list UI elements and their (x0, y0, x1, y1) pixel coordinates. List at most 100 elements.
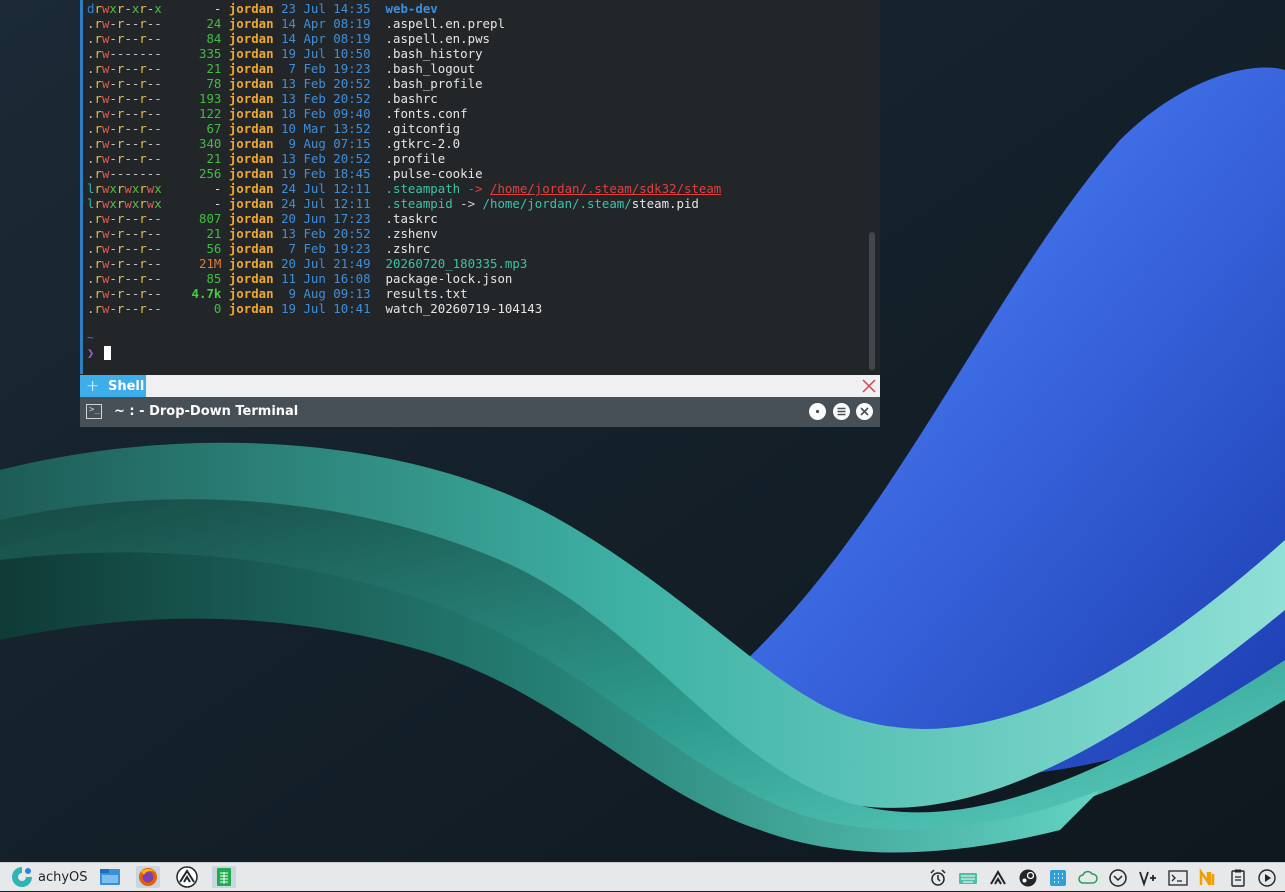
ls-date: 18 Feb 09:40 (281, 106, 371, 121)
permission-char: r (139, 106, 147, 121)
permission-char: - (154, 151, 162, 166)
kdeconnect-tray-icon[interactable] (988, 868, 1008, 888)
ls-row[interactable]: .rw-r--r-- 21 jordan 13 Feb 20:52 .profi… (87, 151, 445, 166)
ls-filename: .aspell.en.pws (385, 31, 490, 46)
ls-row[interactable]: .rw-r--r-- 24 jordan 14 Apr 08:19 .aspel… (87, 16, 505, 31)
ls-row[interactable]: .rw-r--r-- 193 jordan 13 Feb 20:52 .bash… (87, 91, 438, 106)
ls-row[interactable]: lrwxrwxrwx - jordan 24 Jul 12:11 .steamp… (87, 196, 699, 211)
ls-owner: jordan (228, 76, 274, 91)
ls-row[interactable]: .rw-r--r-- 4.7k jordan 9 Aug 09:13 resul… (87, 286, 468, 301)
ls-sep (221, 301, 228, 316)
permission-char: r (94, 91, 102, 106)
terminal-tabbar: + Shell (80, 375, 880, 397)
permission-char: r (94, 196, 102, 211)
ls-sep (274, 241, 281, 256)
ls-owner: jordan (228, 196, 274, 211)
ls-sep (221, 286, 228, 301)
terminal-output[interactable]: drwxr-xr-x - jordan 23 Jul 14:35 web-dev… (80, 0, 865, 374)
media-play-icon[interactable] (1257, 868, 1277, 888)
keyboard-icon[interactable] (958, 868, 978, 888)
ls-row[interactable]: .rw-r--r-- 85 jordan 11 Jun 16:08 packag… (87, 271, 512, 286)
ls-sep (378, 136, 385, 151)
keep-open-button[interactable] (809, 403, 826, 420)
cloud-sync-icon[interactable] (1078, 868, 1098, 888)
ls-permissions: .rw------- (87, 166, 162, 181)
steam-icon[interactable] (1018, 868, 1038, 888)
ls-row[interactable]: .rw-r--r-- 21 jordan 7 Feb 19:23 .bash_l… (87, 61, 475, 76)
new-tab-icon[interactable]: + (86, 377, 99, 394)
alarm-icon[interactable] (928, 868, 948, 888)
permission-char: - (124, 211, 132, 226)
ls-row[interactable]: .rw-r--r-- 21 jordan 13 Feb 20:52 .zshen… (87, 226, 438, 241)
launcher-label: achyOS (38, 870, 88, 885)
app-launcher[interactable]: achyOS (10, 865, 90, 890)
tab-shell[interactable]: + Shell (80, 375, 146, 397)
close-window-button[interactable] (856, 403, 873, 420)
ls-sep (221, 256, 228, 271)
file-manager-icon[interactable] (98, 866, 122, 888)
permission-char: - (154, 31, 162, 46)
ls-sep (274, 301, 281, 316)
ls-date: 13 Feb 20:52 (281, 226, 371, 241)
ls-row[interactable]: drwxr-xr-x - jordan 23 Jul 14:35 web-dev (87, 1, 438, 16)
ls-size: 21 (161, 61, 222, 76)
ls-row[interactable]: .rw-r--r-- 78 jordan 13 Feb 20:52 .bash_… (87, 76, 483, 91)
ls-permissions: .rw-r--r-- (87, 91, 162, 106)
ls-row[interactable]: .rw------- 335 jordan 19 Jul 10:50 .bash… (87, 46, 483, 61)
ls-row[interactable]: .rw-r--r-- 807 jordan 20 Jun 17:23 .task… (87, 211, 438, 226)
ls-owner: jordan (228, 271, 274, 286)
window-titlebar[interactable]: >_ ~ : - Drop-Down Terminal (80, 397, 880, 427)
ls-date: 9 Aug 09:13 (281, 286, 371, 301)
menu-button[interactable] (833, 403, 850, 420)
permission-char: - (124, 226, 132, 241)
ls-permissions: .rw-r--r-- (87, 286, 162, 301)
terminal-tray-icon[interactable] (1168, 868, 1188, 888)
terminal-scrollbar-thumb[interactable] (869, 232, 875, 370)
window-title: ~ : - Drop-Down Terminal (114, 404, 299, 419)
app-grid-icon[interactable] (1048, 868, 1068, 888)
permission-char: - (124, 91, 132, 106)
ls-row[interactable]: .rw-r--r-- 122 jordan 18 Feb 09:40 .font… (87, 106, 468, 121)
ls-sep (274, 271, 281, 286)
ls-owner: jordan (228, 166, 274, 181)
ls-date: 13 Feb 20:52 (281, 76, 371, 91)
ls-permissions: .rw-r--r-- (87, 31, 162, 46)
ls-size: 807 (161, 211, 222, 226)
symlink-arrow: -> (460, 181, 490, 196)
ls-filename: 20260720_180335.mp3 (385, 256, 528, 271)
permission-char: r (94, 31, 102, 46)
ls-sep (378, 166, 385, 181)
ls-row[interactable]: lrwxrwxrwx - jordan 24 Jul 12:11 .steamp… (87, 181, 721, 196)
drop-down-terminal[interactable]: drwxr-xr-x - jordan 23 Jul 14:35 web-dev… (80, 0, 880, 427)
permission-char: r (139, 136, 147, 151)
permission-char: - (109, 61, 117, 76)
task-spreadsheet[interactable] (212, 866, 236, 888)
ls-sep (221, 271, 228, 286)
ls-row[interactable]: .rw------- 256 jordan 19 Feb 18:45 .puls… (87, 166, 483, 181)
permission-char: r (139, 31, 147, 46)
ls-row[interactable]: .rw-r--r-- 56 jordan 7 Feb 19:23 .zshrc (87, 241, 430, 256)
ls-sep (274, 166, 281, 181)
ls-permissions: drwxr-xr-x (87, 1, 162, 16)
permission-char: r (94, 106, 102, 121)
ls-row[interactable]: .rw-r--r-- 21M jordan 20 Jul 21:49 20260… (87, 256, 527, 271)
ls-sep (274, 181, 281, 196)
task-firefox[interactable] (136, 866, 160, 888)
notes-icon[interactable] (1198, 868, 1218, 888)
ls-row[interactable]: .rw-r--r-- 84 jordan 14 Apr 08:19 .aspel… (87, 31, 490, 46)
permission-char: - (124, 46, 132, 61)
close-tab-icon[interactable] (861, 378, 877, 394)
ls-row[interactable]: .rw-r--r-- 340 jordan 9 Aug 07:15 .gtkrc… (87, 136, 460, 151)
ls-sep (378, 226, 385, 241)
kdeconnect-icon[interactable] (175, 866, 199, 888)
mail-bell-icon[interactable] (1108, 868, 1128, 888)
ls-size: - (161, 196, 222, 211)
ls-owner: jordan (228, 241, 274, 256)
vpn-icon[interactable] (1138, 868, 1158, 888)
ls-row[interactable]: .rw-r--r-- 67 jordan 10 Mar 13:52 .gitco… (87, 121, 460, 136)
permission-char: - (109, 46, 117, 61)
clipboard-icon[interactable] (1228, 868, 1248, 888)
ls-row[interactable]: .rw-r--r-- 0 jordan 19 Jul 10:41 watch_2… (87, 301, 542, 316)
ls-sep (274, 226, 281, 241)
ls-filename: .steampath (385, 181, 461, 196)
